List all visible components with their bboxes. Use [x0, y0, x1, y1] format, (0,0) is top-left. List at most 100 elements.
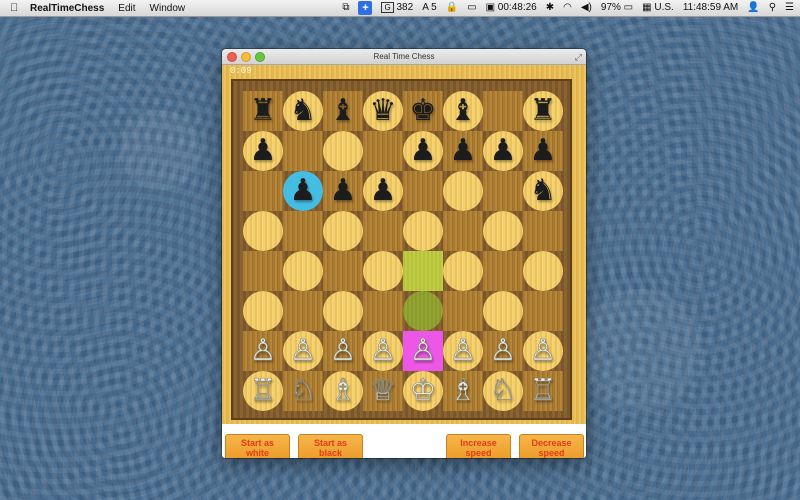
square-e3[interactable] [403, 291, 443, 331]
white-piece[interactable]: ♙ [329, 335, 357, 366]
volume-icon[interactable]: ◀) [581, 3, 592, 13]
square-h1[interactable]: ♖ [523, 371, 563, 411]
square-c5[interactable] [323, 211, 363, 251]
square-g1[interactable]: ♘ [483, 371, 523, 411]
battery-time[interactable]: ▣ 00:48:26 [486, 3, 537, 13]
apple-menu-icon[interactable]:  [10, 2, 20, 14]
add-icon[interactable]: + [358, 1, 373, 15]
window-menu[interactable]: Window [150, 3, 186, 14]
spotlight-icon[interactable]: ⚲ [769, 3, 776, 13]
square-b2[interactable]: ♙ [283, 331, 323, 371]
white-piece[interactable]: ♙ [529, 335, 557, 366]
square-c3[interactable] [323, 291, 363, 331]
white-piece[interactable]: ♙ [449, 335, 477, 366]
white-piece[interactable]: ♘ [289, 375, 317, 406]
square-f8[interactable]: ♝ [443, 91, 483, 131]
decrease-speed-button[interactable]: Decrease speed [519, 434, 584, 458]
square-b4[interactable] [283, 251, 323, 291]
black-piece[interactable]: ♜ [530, 96, 557, 126]
square-h3[interactable] [523, 291, 563, 331]
square-b1[interactable]: ♘ [283, 371, 323, 411]
square-h4[interactable] [523, 251, 563, 291]
black-piece[interactable]: ♜ [250, 96, 277, 126]
square-b6[interactable]: ♟ [283, 171, 323, 211]
start-as-black-button[interactable]: Start as black [298, 434, 363, 458]
battery-status[interactable]: 97% ▭ [601, 3, 633, 13]
app-menu[interactable]: RealTimeChess [30, 3, 104, 14]
black-piece[interactable]: ♟ [250, 136, 277, 166]
white-piece[interactable]: ♗ [329, 375, 357, 406]
google-badge[interactable]: G 382 [381, 2, 413, 13]
square-e7[interactable]: ♟ [403, 131, 443, 171]
square-a6[interactable] [243, 171, 283, 211]
square-h5[interactable] [523, 211, 563, 251]
square-a8[interactable]: ♜ [243, 91, 283, 131]
square-c4[interactable] [323, 251, 363, 291]
square-e2[interactable]: ♙ [403, 331, 443, 371]
square-e1[interactable]: ♔ [403, 371, 443, 411]
square-c7[interactable] [323, 131, 363, 171]
square-h8[interactable]: ♜ [523, 91, 563, 131]
square-a2[interactable]: ♙ [243, 331, 283, 371]
white-piece[interactable]: ♗ [449, 375, 477, 406]
square-a7[interactable]: ♟ [243, 131, 283, 171]
square-a5[interactable] [243, 211, 283, 251]
square-g7[interactable]: ♟ [483, 131, 523, 171]
square-b8[interactable]: ♞ [283, 91, 323, 131]
black-piece[interactable]: ♛ [370, 96, 397, 126]
square-c2[interactable]: ♙ [323, 331, 363, 371]
black-piece[interactable]: ♟ [370, 176, 397, 206]
square-d1[interactable]: ♕ [363, 371, 403, 411]
black-piece[interactable]: ♞ [530, 176, 557, 206]
minimize-button[interactable] [241, 52, 251, 62]
edit-menu[interactable]: Edit [118, 3, 135, 14]
zoom-button[interactable] [255, 52, 265, 62]
white-piece[interactable]: ♙ [489, 335, 517, 366]
square-d3[interactable] [363, 291, 403, 331]
white-piece[interactable]: ♕ [369, 375, 397, 406]
square-b5[interactable] [283, 211, 323, 251]
white-piece[interactable]: ♙ [289, 335, 317, 366]
white-piece[interactable]: ♖ [529, 375, 557, 406]
black-piece[interactable]: ♝ [330, 96, 357, 126]
bluetooth-icon[interactable]: ✱ [546, 3, 554, 13]
black-piece[interactable]: ♚ [410, 96, 437, 126]
start-as-white-button[interactable]: Start as white [225, 434, 290, 458]
increase-speed-button[interactable]: Increase speed [446, 434, 511, 458]
close-button[interactable] [227, 52, 237, 62]
square-g2[interactable]: ♙ [483, 331, 523, 371]
text-badge[interactable]: A 5 [422, 3, 436, 13]
square-e4[interactable] [403, 251, 443, 291]
screens-icon[interactable]: ⧉ [342, 3, 349, 13]
lock-icon[interactable]: 🔒 [446, 3, 458, 13]
square-d5[interactable] [363, 211, 403, 251]
white-piece[interactable]: ♔ [409, 375, 437, 406]
square-d6[interactable]: ♟ [363, 171, 403, 211]
square-g5[interactable] [483, 211, 523, 251]
square-f7[interactable]: ♟ [443, 131, 483, 171]
square-b7[interactable] [283, 131, 323, 171]
square-g4[interactable] [483, 251, 523, 291]
black-piece[interactable]: ♟ [290, 176, 317, 206]
square-d8[interactable]: ♛ [363, 91, 403, 131]
notification-center-icon[interactable]: ☰ [785, 3, 794, 13]
square-g8[interactable] [483, 91, 523, 131]
square-c6[interactable]: ♟ [323, 171, 363, 211]
square-c1[interactable]: ♗ [323, 371, 363, 411]
input-source[interactable]: ▦ U.S. [642, 3, 674, 13]
black-piece[interactable]: ♟ [450, 136, 477, 166]
black-piece[interactable]: ♟ [410, 136, 437, 166]
square-h6[interactable]: ♞ [523, 171, 563, 211]
square-a1[interactable]: ♖ [243, 371, 283, 411]
black-piece[interactable]: ♞ [290, 96, 317, 126]
user-icon[interactable]: 👤 [747, 3, 759, 13]
white-piece[interactable]: ♙ [409, 335, 437, 366]
square-c8[interactable]: ♝ [323, 91, 363, 131]
square-d2[interactable]: ♙ [363, 331, 403, 371]
square-a4[interactable] [243, 251, 283, 291]
square-f2[interactable]: ♙ [443, 331, 483, 371]
square-e6[interactable] [403, 171, 443, 211]
black-piece[interactable]: ♟ [330, 176, 357, 206]
square-d4[interactable] [363, 251, 403, 291]
square-f4[interactable] [443, 251, 483, 291]
